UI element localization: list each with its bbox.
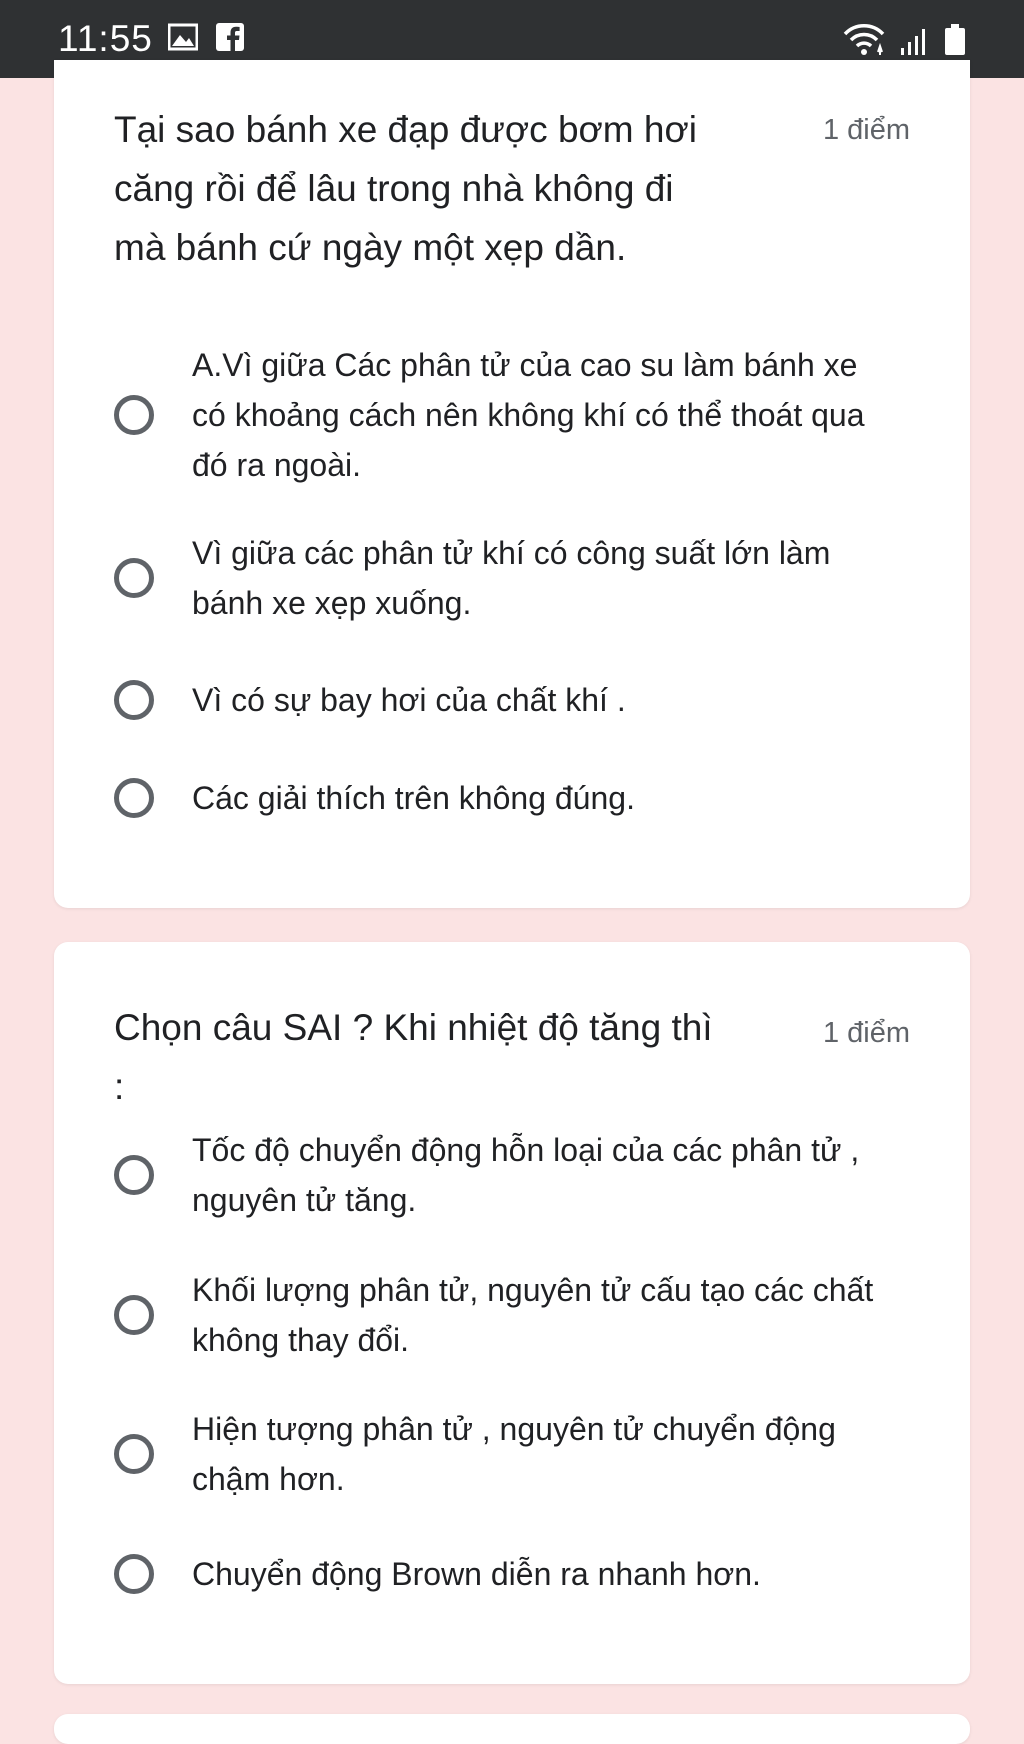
battery-icon [944,24,966,61]
radio-button[interactable] [114,680,154,720]
question-card-1: Tại sao bánh xe đạp được bơm hơi căng rồ… [54,60,970,908]
signal-icon [900,26,930,61]
radio-button[interactable] [114,1554,154,1594]
option-label: Khối lượng phân tử, nguyên tử cấu tạo cá… [192,1272,874,1358]
option-label: Hiện tượng phân tử , nguyên tử chuyển độ… [192,1411,836,1497]
question-points: 1 điểm [822,1017,910,1049]
wifi-icon [842,22,886,61]
question-title: Tại sao bánh xe đạp được bơm hơi căng rồ… [114,109,697,268]
option-label: Vì có sự bay hơi của chất khí . [192,682,626,718]
option-label: Vì giữa các phân tử khí có công suất lớn… [192,535,831,621]
option-label: A.Vì giữa Các phân tử của cao su làm bán… [192,347,865,483]
radio-button[interactable] [114,1155,154,1195]
option-label: Tốc độ chuyển động hỗn loại của các phân… [192,1132,860,1218]
option-label: Chuyển động Brown diễn ra nhanh hơn. [192,1556,761,1592]
facebook-icon [216,23,244,56]
radio-button[interactable] [114,1295,154,1335]
image-icon [167,23,199,56]
question-title: Chọn câu SAI ? Khi nhiệt độ tăng thì : [114,1007,713,1107]
radio-button[interactable] [114,778,154,818]
radio-button[interactable] [114,1434,154,1474]
option-label: Các giải thích trên không đúng. [192,780,635,816]
question-points: 1 điểm [822,114,910,146]
question-card-2: Chọn câu SAI ? Khi nhiệt độ tăng thì : 1… [54,942,970,1684]
radio-button[interactable] [114,395,154,435]
status-time: 11:55 [58,18,153,59]
radio-button[interactable] [114,558,154,598]
